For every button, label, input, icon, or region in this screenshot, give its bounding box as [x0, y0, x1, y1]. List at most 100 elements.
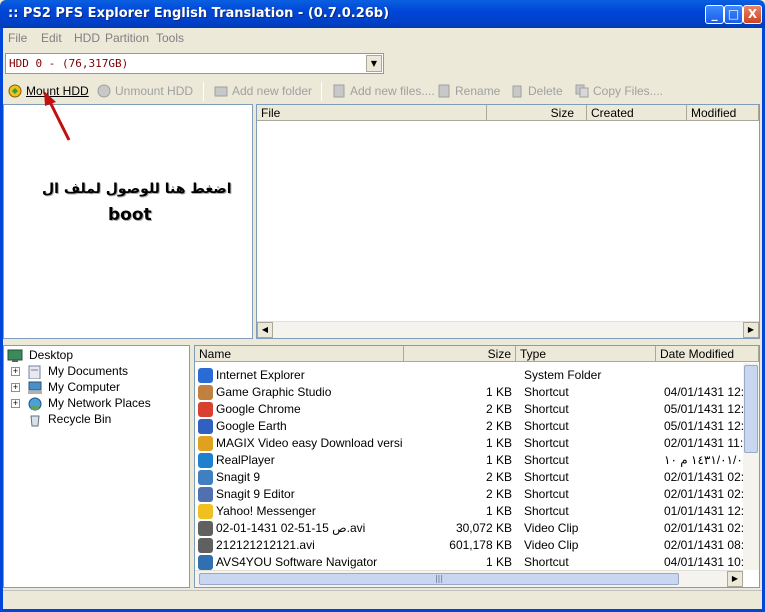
table-row[interactable]: RealPlayer 1 KB Shortcut ١٤٣١/٠١/٠١ م ١٠ [195, 452, 743, 469]
table-row[interactable]: AVS4YOU Software Navigator 1 KB Shortcut 04… [195, 554, 743, 570]
tree-item-label: My Computer [48, 380, 121, 394]
folder-tree-panel[interactable]: Desktop + My Documents + My Computer + M… [3, 345, 190, 588]
hdd-file-list-panel[interactable]: File Size Created Modified ◀ ▶ [256, 104, 760, 339]
horizontal-scroll-thumb[interactable]: ||| [199, 573, 679, 585]
file-date-modified: 04/01/1431 12:4 [664, 385, 743, 399]
status-bar [3, 590, 762, 609]
delete-label: Delete [528, 84, 563, 98]
scroll-right-icon[interactable]: ▶ [743, 322, 759, 338]
file-name: Game Graphic Studio [216, 385, 332, 399]
menu-partition[interactable]: Partition [105, 31, 149, 45]
file-rows: Internet Explorer System Folder Game Graph… [195, 367, 743, 570]
table-row[interactable]: Google Chrome 2 KB Shortcut 05/01/1431 12:5 [195, 401, 743, 418]
table-row[interactable]: Snagit 9 Editor 2 KB Shortcut 02/01/1431 02… [195, 486, 743, 503]
scroll-left-icon[interactable]: ◀ [257, 322, 273, 338]
chevron-down-icon[interactable]: ▼ [366, 55, 382, 72]
menu-bar: File Edit HDD Partition Tools [3, 28, 762, 48]
file-size: 2 KB [485, 402, 512, 416]
title-bar[interactable]: :: PS2 PFS Explorer English Translation … [0, 0, 765, 28]
local-file-list-panel[interactable]: Name Size Type Date Modified Internet Ex… [194, 345, 760, 588]
tree-item-label: My Network Places [48, 396, 151, 410]
column-date-modified[interactable]: Date Modified [656, 346, 759, 362]
file-size: 30,072 KB [455, 521, 512, 535]
vertical-scroll-thumb[interactable] [744, 365, 758, 453]
file-icon [198, 419, 213, 434]
toolbar: Mount HDD Unmount HDD Add new folder Add… [3, 78, 663, 105]
file-type: System Folder [524, 368, 602, 382]
copy-files-icon [575, 84, 589, 98]
menu-file[interactable]: File [8, 31, 27, 45]
table-row[interactable]: Internet Explorer System Folder [195, 367, 743, 384]
hdd-column-size[interactable]: Size [487, 105, 587, 121]
hdd-column-created[interactable]: Created [587, 105, 687, 121]
menu-hdd[interactable]: HDD [74, 31, 100, 45]
scroll-right-icon[interactable]: ▶ [727, 571, 743, 587]
file-name: Snagit 9 Editor [216, 487, 295, 501]
expand-plus-icon[interactable]: + [11, 383, 20, 392]
tree-item-label: Desktop [29, 348, 74, 362]
file-date-modified: 01/01/1431 12:5 [664, 504, 743, 518]
copy-files-label: Copy Files.... [593, 84, 664, 98]
table-row[interactable]: Google Earth 2 KB Shortcut 05/01/1431 12:4 [195, 418, 743, 435]
toolbar-separator [321, 82, 322, 101]
network-icon [28, 397, 42, 411]
close-button[interactable]: X [743, 5, 762, 24]
file-date-modified: 05/01/1431 12:5 [664, 402, 743, 416]
recycle-bin-icon [30, 415, 40, 427]
file-name: Internet Explorer [216, 368, 305, 382]
copy-files-button[interactable]: Copy Files.... [575, 84, 663, 98]
expand-plus-icon[interactable]: + [11, 367, 20, 376]
horizontal-scrollbar[interactable]: ||| ▶ [195, 570, 743, 587]
unmount-hdd-button[interactable]: Unmount HDD [97, 84, 193, 98]
file-size: 601,178 KB [449, 538, 512, 552]
column-type[interactable]: Type [516, 346, 656, 362]
menu-tools[interactable]: Tools [156, 31, 184, 45]
file-icon [198, 555, 213, 570]
file-date-modified: 02/01/1431 02:4 [664, 487, 743, 501]
file-date-modified: 02/01/1431 11:3 [664, 436, 743, 450]
file-size: 1 KB [485, 436, 512, 450]
hdd-horizontal-scrollbar[interactable]: ◀ ▶ [257, 321, 759, 338]
hdd-select[interactable]: HDD 0 - (76,317GB) ▼ [5, 53, 384, 74]
file-size: 1 KB [485, 555, 512, 569]
file-icon [198, 385, 213, 400]
file-date-modified: 05/01/1431 12:4 [664, 419, 743, 433]
file-type: Video Clip [524, 538, 579, 552]
file-icon [198, 436, 213, 451]
file-name: 212121212121.avi [216, 538, 315, 552]
expand-plus-icon[interactable]: + [11, 399, 20, 408]
hdd-column-file[interactable]: File [257, 105, 487, 121]
table-row[interactable]: MAGIX Video easy Download version 1 KB Sho… [195, 435, 743, 452]
hdd-column-modified[interactable]: Modified [687, 105, 759, 121]
tree-item-label: Recycle Bin [48, 412, 112, 426]
minimize-button[interactable]: _ [705, 5, 724, 24]
add-folder-label: Add new folder [232, 84, 313, 98]
file-date-modified: 02/01/1431 02:4 [664, 470, 743, 484]
file-date-modified: 02/01/1431 08:0 [664, 538, 743, 552]
delete-button[interactable]: Delete [510, 84, 563, 98]
table-row[interactable]: Game Graphic Studio 1 KB Shortcut 04/01/143… [195, 384, 743, 401]
table-row[interactable]: 02-01-1431 02-51-15 ص.avi 30,072 KB Video … [195, 520, 743, 537]
table-row[interactable]: Yahoo! Messenger 1 KB Shortcut 01/01/1431 1… [195, 503, 743, 520]
menu-edit[interactable]: Edit [41, 31, 62, 45]
file-icon [198, 453, 213, 468]
maximize-button[interactable]: □ [724, 5, 743, 24]
add-folder-button[interactable]: Add new folder [214, 84, 312, 98]
file-type: Shortcut [524, 385, 569, 399]
table-row[interactable]: Snagit 9 2 KB Shortcut 02/01/1431 02:4 [195, 469, 743, 486]
rename-button[interactable]: Rename [437, 84, 500, 98]
file-icon [198, 368, 213, 383]
file-type: Shortcut [524, 555, 569, 569]
file-name: MAGIX Video easy Download version [216, 436, 402, 450]
vertical-scrollbar[interactable] [743, 363, 759, 570]
file-icon [198, 504, 213, 519]
file-name: 02-01-1431 02-51-15 ص.avi [216, 521, 366, 535]
table-row[interactable]: 212121212121.avi 601,178 KB Video Clip 02/0… [195, 537, 743, 554]
toolbar-separator [203, 82, 204, 101]
add-files-button[interactable]: Add new files.... [332, 84, 435, 98]
column-name[interactable]: Name [195, 346, 404, 362]
file-name: Yahoo! Messenger [216, 504, 316, 518]
file-name: RealPlayer [216, 453, 275, 467]
column-size[interactable]: Size [404, 346, 516, 362]
file-type: Shortcut [524, 504, 569, 518]
